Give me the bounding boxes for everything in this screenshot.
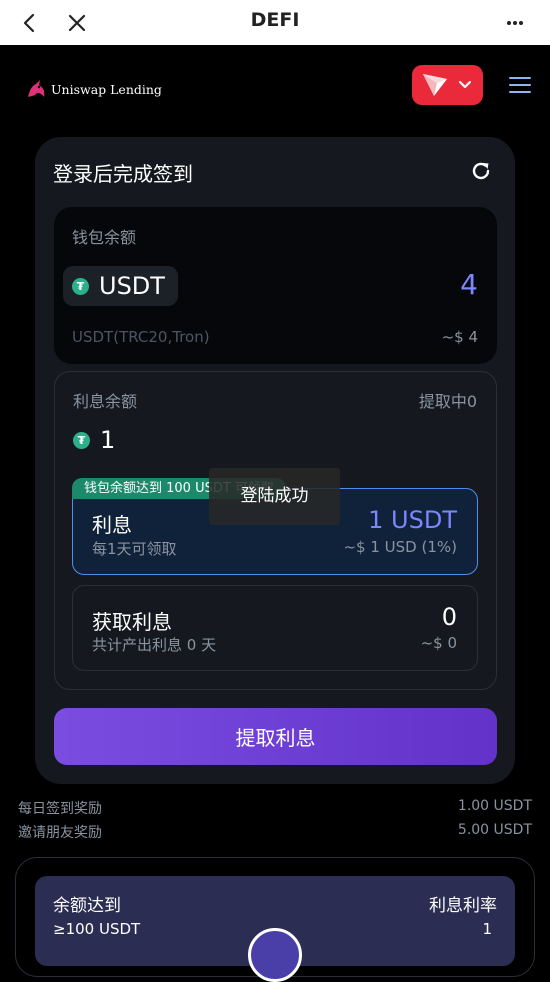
tier-right-value: 1 [482,920,492,938]
daily-checkin-reward-value: 1.00 USDT [457,798,532,814]
refresh-icon[interactable] [470,160,492,182]
tether-icon: ₮ [73,431,90,449]
chevron-down-icon [459,81,471,89]
withdrawing-status: 提取中0 [418,392,477,411]
interest-amount: 1 [100,426,116,454]
chain-selector[interactable] [412,65,483,105]
brand-logo[interactable]: Uniswap Lending [24,76,162,102]
interest-row-title: 利息 [92,513,132,537]
menu-icon[interactable] [509,75,531,95]
top-bar: DEFI [0,0,550,45]
wallet-label: 钱包余额 [72,228,137,247]
interest-label: 利息余额 [73,392,138,411]
login-success-toast: 登陆成功 [209,468,340,525]
earned-row-value: 0 [441,603,457,631]
earned-row-usd: ~$ 0 [420,634,457,652]
wallet-network: USDT(TRC20,Tron) [72,328,210,346]
tier-badge-icon [248,928,302,982]
page-title: DEFI [250,9,300,31]
unicorn-icon [28,80,45,97]
brand-name: Uniswap Lending [51,81,162,97]
wallet-amount: 4 [460,268,478,301]
token-name: USDT [99,272,165,300]
tether-icon: ₮ [72,277,89,295]
interest-row-sub: 每1天可领取 [92,540,177,558]
interest-row-value: 1 USDT [368,506,457,534]
tron-icon [423,74,447,96]
token-selector[interactable]: ₮ USDT [63,266,178,306]
more-icon[interactable] [500,0,530,45]
invite-reward-value: 5.00 USDT [457,822,532,838]
wallet-usd: ~$ 4 [441,328,478,346]
tier-right-title: 利息利率 [429,896,497,916]
earned-row-title: 获取利息 [92,610,172,634]
interest-row-usd: ~$ 1 USD (1%) [343,538,457,556]
daily-checkin-reward-label: 每日签到奖励 [18,801,102,817]
earned-row-sub: 共计产出利息 0 天 [92,636,217,654]
tier-left-title: 余额达到 [53,896,121,916]
tier-left-value: ≥100 USDT [53,920,141,938]
interest-amount-row: ₮ 1 [73,426,115,454]
invite-reward-label: 邀请朋友奖励 [18,825,102,841]
withdraw-interest-button[interactable]: 提取利息 [54,708,497,765]
card-title: 登录后完成签到 [53,162,193,186]
